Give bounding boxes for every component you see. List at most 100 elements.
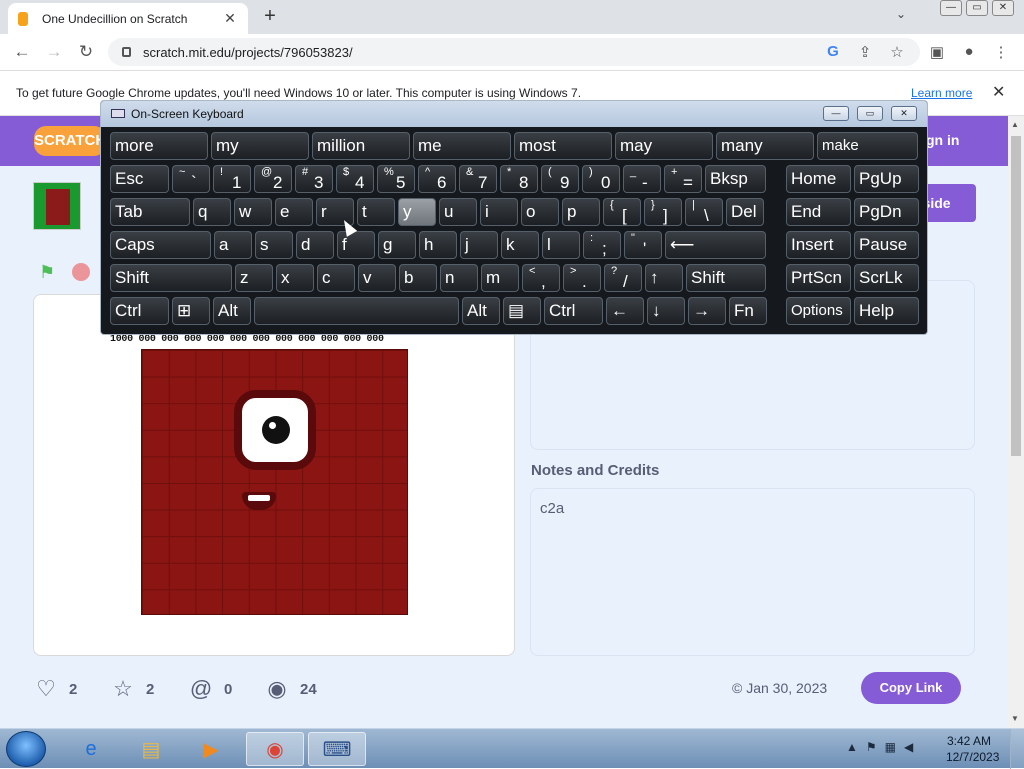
key-q-r2-1[interactable]: q (193, 198, 231, 226)
share-icon[interactable]: ⇪ (856, 43, 874, 61)
maximize-button[interactable]: ▭ (966, 0, 988, 16)
prediction-my[interactable]: my (211, 132, 309, 160)
author-avatar[interactable] (33, 182, 81, 230)
key-o-r2-9[interactable]: o (521, 198, 559, 226)
key-m-r4-7[interactable]: m (481, 264, 519, 292)
key-w-r2-2[interactable]: w (234, 198, 272, 226)
key-symbol-r3-12[interactable]: ⟵ (665, 231, 766, 259)
tab-close-icon[interactable]: ✕ (222, 10, 238, 27)
key-c-r4-3[interactable]: c (317, 264, 355, 292)
key-k-r3-8[interactable]: k (501, 231, 539, 259)
key-symbol-r5-1[interactable]: ⊞ (172, 297, 210, 325)
prediction-most[interactable]: most (514, 132, 612, 160)
page-scrollbar[interactable]: ▲ ▼ (1008, 116, 1024, 728)
network-icon[interactable]: ▦ (885, 740, 896, 754)
show-desktop-button[interactable] (1010, 729, 1024, 769)
osk-titlebar[interactable]: On-Screen Keyboard — ▭ ✕ (101, 101, 927, 127)
new-tab-button[interactable]: + (260, 5, 280, 28)
tray-expand-icon[interactable]: ▲ (846, 740, 858, 754)
bookmark-star-icon[interactable]: ☆ (888, 43, 906, 61)
key-symbol-r4-10[interactable]: ? / (604, 264, 642, 292)
scroll-up-icon[interactable]: ▲ (1011, 120, 1019, 129)
prediction-make[interactable]: make (817, 132, 918, 160)
learn-more-link[interactable]: Learn more (911, 86, 972, 100)
prediction-more[interactable]: more (110, 132, 208, 160)
key-t-r2-5[interactable]: t (357, 198, 395, 226)
prediction-me[interactable]: me (413, 132, 511, 160)
key-e-r2-3[interactable]: e (275, 198, 313, 226)
tab-search-icon[interactable]: ⌄ (896, 7, 906, 21)
key-b-r4-5[interactable]: b (399, 264, 437, 292)
key-ctrl-r5-6[interactable]: Ctrl (544, 297, 603, 325)
key-bksp[interactable]: Bksp (705, 165, 766, 193)
key-y-r2-6[interactable]: y (398, 198, 436, 226)
key-8-9[interactable]: * 8 (500, 165, 538, 193)
green-flag-icon[interactable]: ⚑ (39, 262, 59, 282)
key-options-r5-11[interactable]: Options (786, 297, 851, 325)
key-pause-r3-14[interactable]: Pause (854, 231, 919, 259)
key-symbol-r2-13[interactable]: | \ (685, 198, 723, 226)
key-space[interactable] (254, 297, 459, 325)
forward-arrow-icon[interactable]: → (44, 42, 64, 62)
media-player-icon[interactable]: ▶ (182, 732, 240, 766)
key-6-7[interactable]: ^ 6 (418, 165, 456, 193)
action-center-icon[interactable]: ⚑ (866, 740, 877, 754)
browser-tab[interactable]: One Undecillion on Scratch ✕ (8, 3, 248, 34)
key-tab-r2-0[interactable]: Tab (110, 198, 190, 226)
chrome-taskbar-icon[interactable]: ◉ (246, 732, 304, 766)
key-n-r4-6[interactable]: n (440, 264, 478, 292)
key-insert-r3-13[interactable]: Insert (786, 231, 851, 259)
key-alt-r5-2[interactable]: Alt (213, 297, 251, 325)
key-f-r3-4[interactable]: f (337, 231, 375, 259)
key-g-r3-5[interactable]: g (378, 231, 416, 259)
key-scrlk-r4-14[interactable]: ScrLk (854, 264, 919, 292)
prediction-many[interactable]: many (716, 132, 814, 160)
scratch-logo[interactable]: SCRATCH (34, 126, 106, 156)
love-stat[interactable]: ♡ 2 (33, 676, 77, 702)
key-3-4[interactable]: #3 (295, 165, 333, 193)
key-home[interactable]: Home (786, 165, 851, 193)
prediction-may[interactable]: may (615, 132, 713, 160)
scroll-thumb[interactable] (1011, 136, 1021, 456)
side-panel-icon[interactable]: ▣ (928, 43, 946, 61)
key-shift-r4-12[interactable]: Shift (686, 264, 766, 292)
scroll-down-icon[interactable]: ▼ (1011, 714, 1019, 723)
start-button[interactable] (6, 731, 46, 767)
key-symbol-r5-7[interactable]: ← (606, 297, 644, 325)
key-prtscn-r4-13[interactable]: PrtScn (786, 264, 851, 292)
address-bar[interactable]: scratch.mit.edu/projects/796053823/ (108, 38, 920, 66)
key-symbol-r3-10[interactable]: :; (583, 231, 621, 259)
key-j-r3-7[interactable]: j (460, 231, 498, 259)
key-1-2[interactable]: ! 1 (213, 165, 251, 193)
key-symbol-r3-11[interactable]: " ' (624, 231, 662, 259)
key-5-6[interactable]: % 5 (377, 165, 415, 193)
key-symbol-12[interactable]: _ - (623, 165, 661, 193)
key-help-r5-12[interactable]: Help (854, 297, 919, 325)
key-symbol-r5-5[interactable]: ▤ (503, 297, 541, 325)
key-h-r3-6[interactable]: h (419, 231, 457, 259)
key-symbol-r4-9[interactable]: >. (563, 264, 601, 292)
key-i-r2-8[interactable]: i (480, 198, 518, 226)
reload-icon[interactable]: ↻ (76, 42, 96, 62)
sign-in-link[interactable]: gn in (926, 132, 959, 148)
key-7-8[interactable]: & 7 (459, 165, 497, 193)
profile-icon[interactable]: ● (960, 43, 978, 60)
key-p-r2-10[interactable]: p (562, 198, 600, 226)
osk-close-button[interactable]: ✕ (891, 106, 917, 121)
menu-kebab-icon[interactable]: ⋮ (992, 43, 1010, 61)
osk-minimize-button[interactable]: — (823, 106, 849, 121)
key-0-11[interactable]: ) 0 (582, 165, 620, 193)
clock[interactable]: 3:42 AM 12/7/2023 (946, 733, 999, 765)
key-ctrl-r5-0[interactable]: Ctrl (110, 297, 169, 325)
key-fn-r5-10[interactable]: Fn (729, 297, 767, 325)
key-l-r3-9[interactable]: l (542, 231, 580, 259)
google-icon[interactable]: G (824, 43, 842, 60)
favorite-stat[interactable]: ☆ 2 (110, 676, 154, 702)
internet-explorer-icon[interactable]: e (62, 732, 120, 766)
key-u-r2-7[interactable]: u (439, 198, 477, 226)
key-4-5[interactable]: $4 (336, 165, 374, 193)
key-symbol-r5-9[interactable]: → (688, 297, 726, 325)
back-arrow-icon[interactable]: ← (12, 42, 32, 62)
key-symbol-1[interactable]: ~ ` (172, 165, 210, 193)
prediction-million[interactable]: million (312, 132, 410, 160)
